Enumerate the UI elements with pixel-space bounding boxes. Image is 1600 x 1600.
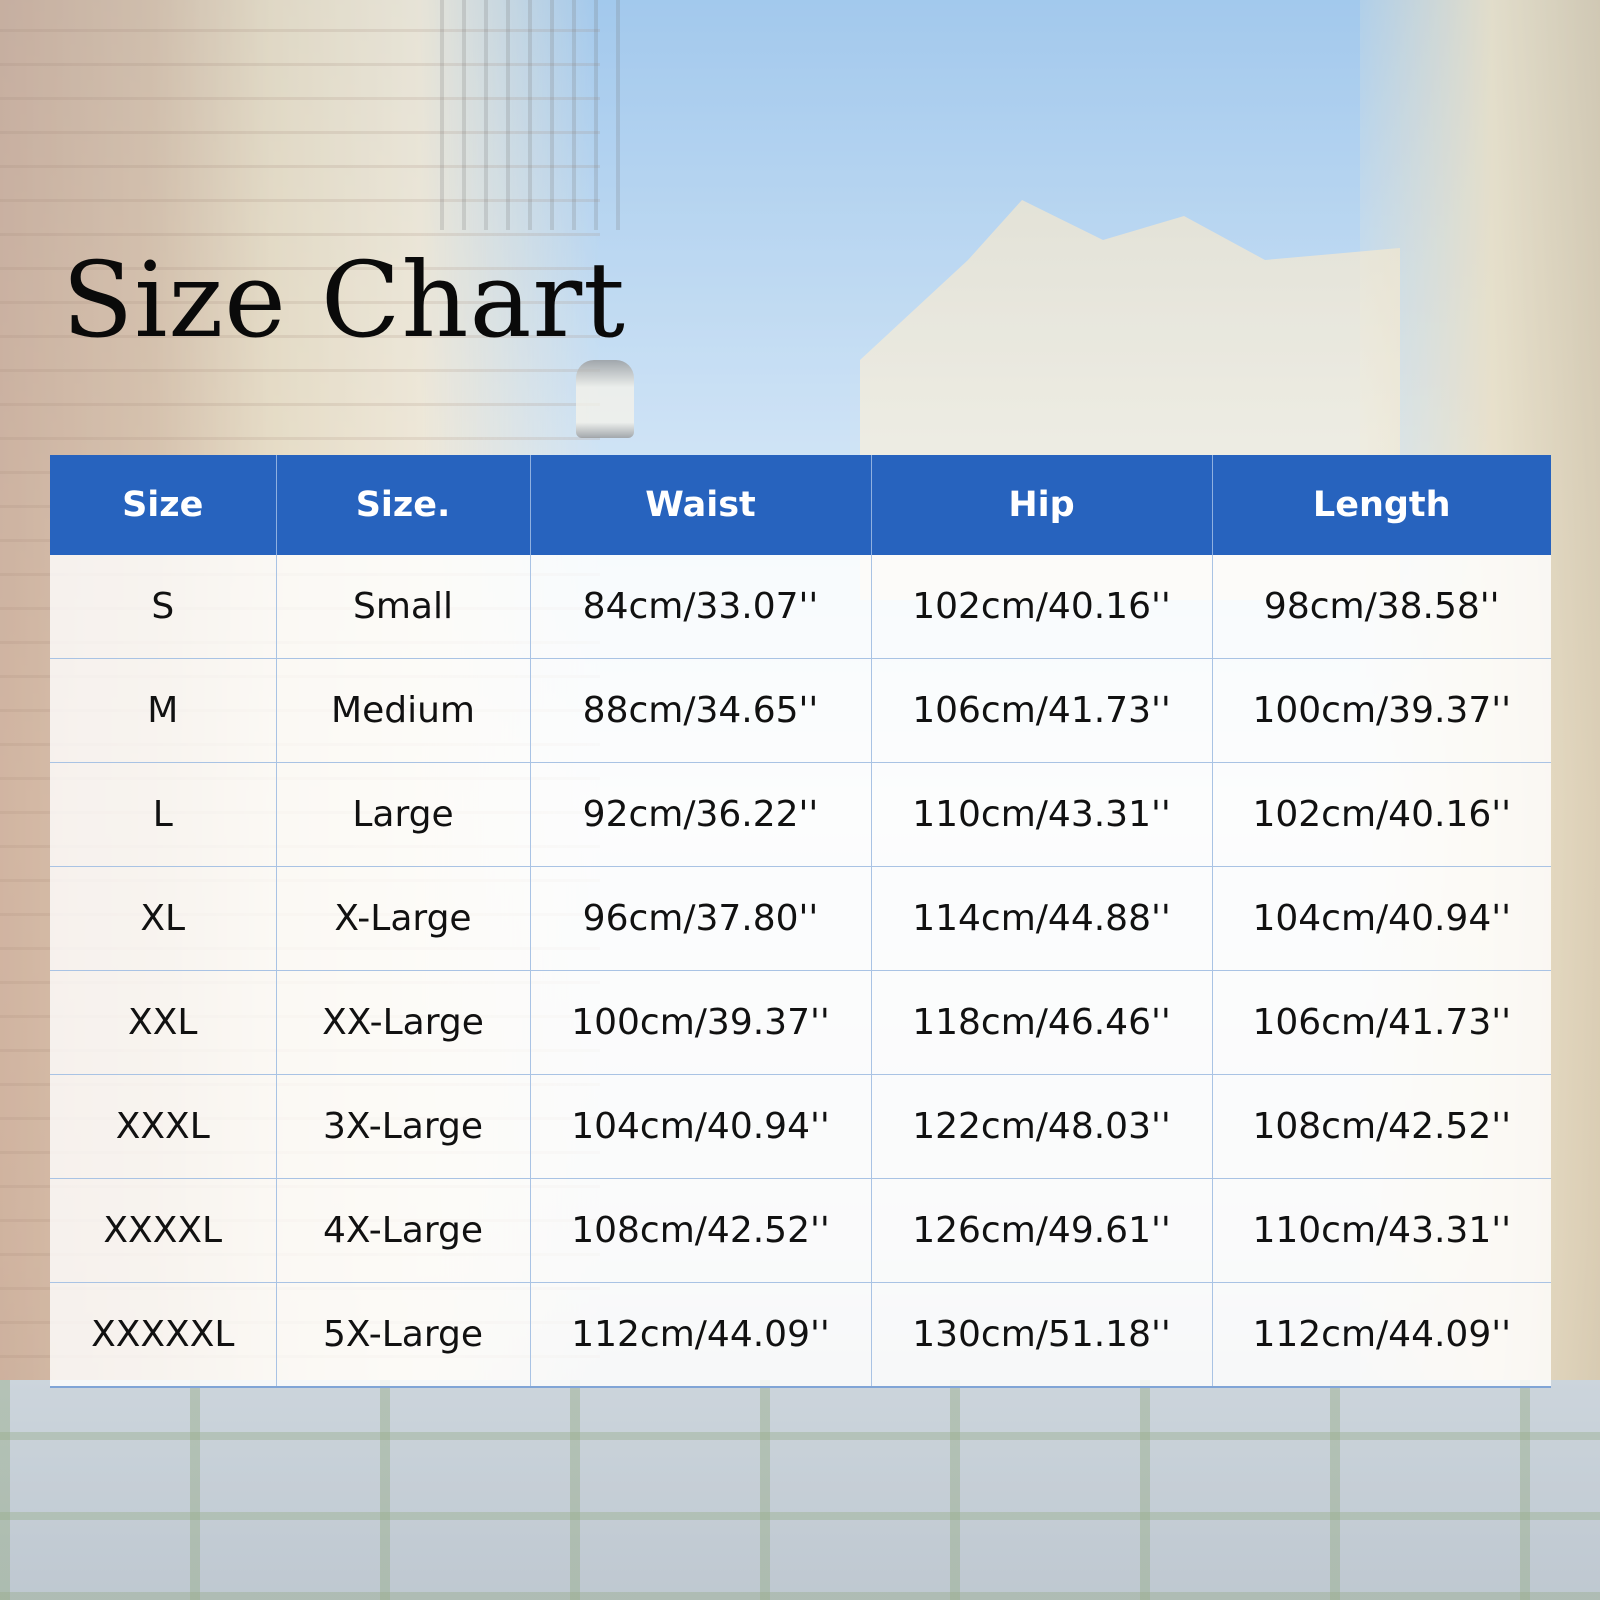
cell-size: XXL xyxy=(50,970,277,1075)
cell-waist: 100cm/39.37'' xyxy=(530,970,872,1075)
table-row: XXXXL 4X-Large 108cm/42.52'' 126cm/49.61… xyxy=(50,1178,1551,1283)
table-row: XL X-Large 96cm/37.80'' 114cm/44.88'' 10… xyxy=(50,866,1551,971)
page-title: Size Chart xyxy=(62,239,626,361)
cell-size: M xyxy=(50,658,277,763)
cell-size-name: 4X-Large xyxy=(276,1178,531,1283)
cell-size-name: XX-Large xyxy=(276,970,531,1075)
cell-hip: 126cm/49.61'' xyxy=(871,1178,1213,1283)
cell-size-name: Medium xyxy=(276,658,531,763)
cell-size: L xyxy=(50,762,277,867)
cell-size: S xyxy=(50,555,277,659)
cell-hip: 106cm/41.73'' xyxy=(871,658,1213,763)
table-row: S Small 84cm/33.07'' 102cm/40.16'' 98cm/… xyxy=(50,555,1551,659)
cell-size: XXXL xyxy=(50,1074,277,1179)
header-waist: Waist xyxy=(530,455,872,555)
cell-size-name: 5X-Large xyxy=(276,1282,531,1388)
cell-length: 110cm/43.31'' xyxy=(1212,1178,1551,1283)
cell-waist: 92cm/36.22'' xyxy=(530,762,872,867)
header-length: Length xyxy=(1212,455,1551,555)
cell-size-name: X-Large xyxy=(276,866,531,971)
cell-hip: 118cm/46.46'' xyxy=(871,970,1213,1075)
cell-waist: 108cm/42.52'' xyxy=(530,1178,872,1283)
table-row: M Medium 88cm/34.65'' 106cm/41.73'' 100c… xyxy=(50,658,1551,763)
cell-size-name: Large xyxy=(276,762,531,867)
size-table: Size Size. Waist Hip Length S Small 84cm… xyxy=(50,455,1551,1388)
cell-size: XXXXXL xyxy=(50,1282,277,1388)
cell-size-name: 3X-Large xyxy=(276,1074,531,1179)
header-size: Size xyxy=(50,455,277,555)
cell-size: XL xyxy=(50,866,277,971)
header-size-name: Size. xyxy=(276,455,531,555)
cell-waist: 112cm/44.09'' xyxy=(530,1282,872,1388)
cell-waist: 96cm/37.80'' xyxy=(530,866,872,971)
table-row: XXXXXL 5X-Large 112cm/44.09'' 130cm/51.1… xyxy=(50,1282,1551,1388)
header-hip: Hip xyxy=(871,455,1213,555)
cell-length: 102cm/40.16'' xyxy=(1212,762,1551,867)
cell-hip: 130cm/51.18'' xyxy=(871,1282,1213,1388)
cell-size: XXXXL xyxy=(50,1178,277,1283)
table-header-row: Size Size. Waist Hip Length xyxy=(50,455,1551,555)
table-row: XXXL 3X-Large 104cm/40.94'' 122cm/48.03'… xyxy=(50,1074,1551,1179)
cell-length: 104cm/40.94'' xyxy=(1212,866,1551,971)
cell-length: 98cm/38.58'' xyxy=(1212,555,1551,659)
cell-waist: 88cm/34.65'' xyxy=(530,658,872,763)
cell-size-name: Small xyxy=(276,555,531,659)
cell-length: 112cm/44.09'' xyxy=(1212,1282,1551,1388)
table-row: XXL XX-Large 100cm/39.37'' 118cm/46.46''… xyxy=(50,970,1551,1075)
cell-length: 100cm/39.37'' xyxy=(1212,658,1551,763)
cell-hip: 102cm/40.16'' xyxy=(871,555,1213,659)
cell-waist: 84cm/33.07'' xyxy=(530,555,872,659)
cell-hip: 114cm/44.88'' xyxy=(871,866,1213,971)
cell-hip: 110cm/43.31'' xyxy=(871,762,1213,867)
cell-length: 106cm/41.73'' xyxy=(1212,970,1551,1075)
cell-hip: 122cm/48.03'' xyxy=(871,1074,1213,1179)
table-row: L Large 92cm/36.22'' 110cm/43.31'' 102cm… xyxy=(50,762,1551,867)
cell-length: 108cm/42.52'' xyxy=(1212,1074,1551,1179)
cell-waist: 104cm/40.94'' xyxy=(530,1074,872,1179)
